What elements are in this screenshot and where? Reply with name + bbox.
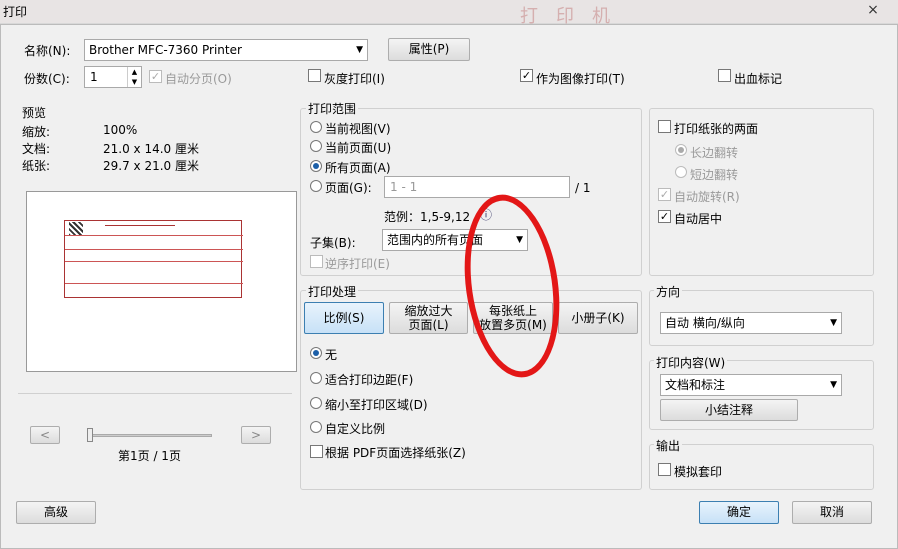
page-handling-title: 打印处理: [306, 283, 359, 300]
all-pages-label: 所有页面(A): [325, 161, 391, 175]
print-range-title: 打印范围: [306, 100, 359, 117]
cancel-button[interactable]: 取消: [792, 501, 872, 524]
zoom-value: 100%: [103, 123, 138, 137]
shrink-radio[interactable]: [310, 397, 322, 409]
fit-margins-label: 适合打印边距(F): [325, 373, 414, 387]
preview-title: 预览: [22, 106, 47, 120]
print-content-title: 打印内容(W): [654, 354, 728, 371]
current-page-label: 当前页面(U): [325, 141, 392, 155]
collate-checkbox[interactable]: ✓: [149, 70, 162, 83]
range-example: 范例：1,5-9,12: [384, 210, 471, 224]
page-slider-handle[interactable]: [87, 428, 93, 442]
name-label: 名称(N):: [24, 44, 71, 58]
ok-button[interactable]: 确定: [699, 501, 779, 524]
auto-center-checkbox[interactable]: ✓: [658, 210, 671, 223]
simulate-overprint-label: 模拟套印: [674, 465, 723, 479]
fit-margins-radio[interactable]: [310, 372, 322, 384]
choose-paper-checkbox[interactable]: [310, 445, 323, 458]
pages-radio[interactable]: [310, 180, 322, 192]
orientation-title: 方向: [654, 283, 683, 300]
printer-select-value: Brother MFC-7360 Printer: [89, 43, 242, 57]
custom-scale-label: 自定义比例: [325, 422, 386, 436]
short-edge-label: 短边翻转: [690, 168, 739, 182]
tab-booklet[interactable]: 小册子(K): [558, 302, 638, 334]
subset-label: 子集(B):: [310, 236, 356, 250]
summarize-comments-button[interactable]: 小结注释: [660, 399, 798, 421]
current-view-radio[interactable]: [310, 121, 322, 133]
scale-none-radio[interactable]: [310, 347, 322, 359]
tab-tile-large-pages[interactable]: 缩放过大 页面(L): [389, 302, 468, 334]
auto-rotate-checkbox[interactable]: ✓: [658, 188, 671, 201]
collate-label: 自动分页(O): [165, 72, 232, 86]
page-indicator: 第1页 / 1页: [118, 449, 181, 463]
window-title: 打印: [3, 5, 28, 19]
all-pages-radio[interactable]: [310, 160, 322, 172]
tab-tile-line1: 缩放过大: [404, 304, 453, 318]
print-as-image-label: 作为图像打印(T): [536, 72, 625, 86]
both-sides-label: 打印纸张的两面: [674, 122, 759, 136]
next-page-button[interactable]: >: [241, 426, 271, 444]
page-preview: [26, 191, 297, 372]
doc-size-value: 21.0 x 14.0 厘米: [103, 142, 199, 156]
tab-scale[interactable]: 比例(S): [304, 302, 384, 334]
properties-button[interactable]: 属性(P): [388, 38, 470, 61]
simulate-overprint-checkbox[interactable]: [658, 463, 671, 476]
scale-none-label: 无: [325, 348, 338, 362]
auto-rotate-label: 自动旋转(R): [674, 190, 740, 204]
print-content-select[interactable]: 文档和标注 ▼: [660, 374, 842, 396]
long-edge-label: 长边翻转: [690, 146, 739, 160]
long-edge-radio[interactable]: [675, 144, 687, 156]
advanced-button[interactable]: 高级: [16, 501, 96, 524]
shrink-label: 缩小至打印区域(D): [325, 398, 428, 412]
reverse-pages-label: 逆序打印(E): [325, 257, 390, 271]
chevron-down-icon: ▼: [830, 318, 837, 328]
paper-size-label: 纸张:: [22, 159, 51, 173]
page-slider[interactable]: [88, 434, 212, 437]
auto-center-label: 自动居中: [674, 212, 723, 226]
chevron-down-icon: ▼: [356, 45, 363, 55]
choose-paper-label: 根据 PDF页面选择纸张(Z): [325, 446, 466, 460]
paper-size-value: 29.7 x 21.0 厘米: [103, 159, 199, 173]
copies-value: 1: [90, 70, 98, 84]
copies-label: 份数(C):: [24, 72, 70, 86]
reverse-pages-checkbox[interactable]: [310, 255, 323, 268]
current-view-label: 当前视图(V): [325, 122, 391, 136]
grayscale-label: 灰度打印(I): [324, 72, 385, 86]
tab-tile-line2: 页面(L): [408, 318, 449, 332]
short-edge-radio[interactable]: [675, 166, 687, 178]
current-page-radio[interactable]: [310, 140, 322, 152]
bleed-marks-label: 出血标记: [734, 72, 783, 86]
doc-size-label: 文档:: [22, 142, 51, 156]
pages-label: 页面(G):: [325, 181, 372, 195]
printer-select[interactable]: Brother MFC-7360 Printer ▼: [84, 39, 368, 61]
custom-scale-radio[interactable]: [310, 421, 322, 433]
bleed-marks-checkbox[interactable]: [718, 69, 731, 82]
pages-input[interactable]: 1 - 1: [384, 176, 570, 198]
both-sides-checkbox[interactable]: [658, 120, 671, 133]
orientation-select[interactable]: 自动 横向/纵向 ▼: [660, 312, 842, 334]
preview-divider: [18, 393, 292, 394]
zoom-label: 缩放:: [22, 125, 51, 139]
close-icon[interactable]: ×: [848, 0, 898, 22]
copies-spinner[interactable]: ▲ ▼: [127, 67, 141, 87]
print-content-select-value: 文档和标注: [665, 378, 726, 392]
pages-total: / 1: [575, 181, 591, 195]
prev-page-button[interactable]: <: [30, 426, 60, 444]
invoice-thumbnail: [64, 220, 243, 298]
title-bar: 打印 打印机 ×: [0, 0, 898, 27]
output-title: 输出: [654, 437, 683, 454]
pages-input-value: 1 - 1: [390, 180, 418, 194]
chevron-down-icon: ▼: [830, 380, 837, 390]
print-as-image-checkbox[interactable]: ✓: [520, 69, 533, 82]
orientation-select-value: 自动 横向/纵向: [665, 316, 745, 330]
grayscale-checkbox[interactable]: [308, 69, 321, 82]
